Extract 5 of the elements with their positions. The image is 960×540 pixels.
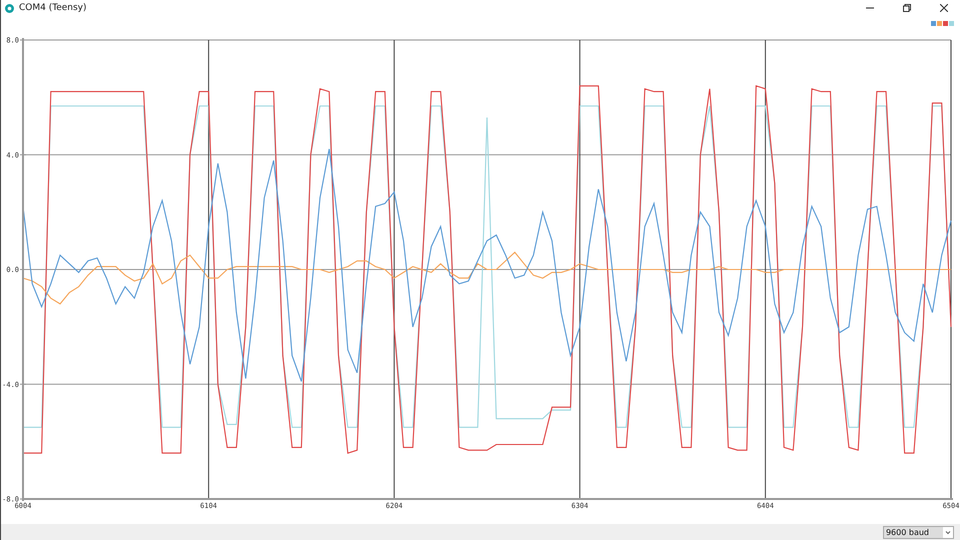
restore-icon — [903, 4, 911, 12]
window-title: COM4 (Teensy) — [19, 3, 88, 13]
close-icon — [940, 4, 948, 12]
app-icon — [5, 4, 14, 12]
baud-dropdown[interactable]: 9600 baud — [882, 526, 954, 538]
